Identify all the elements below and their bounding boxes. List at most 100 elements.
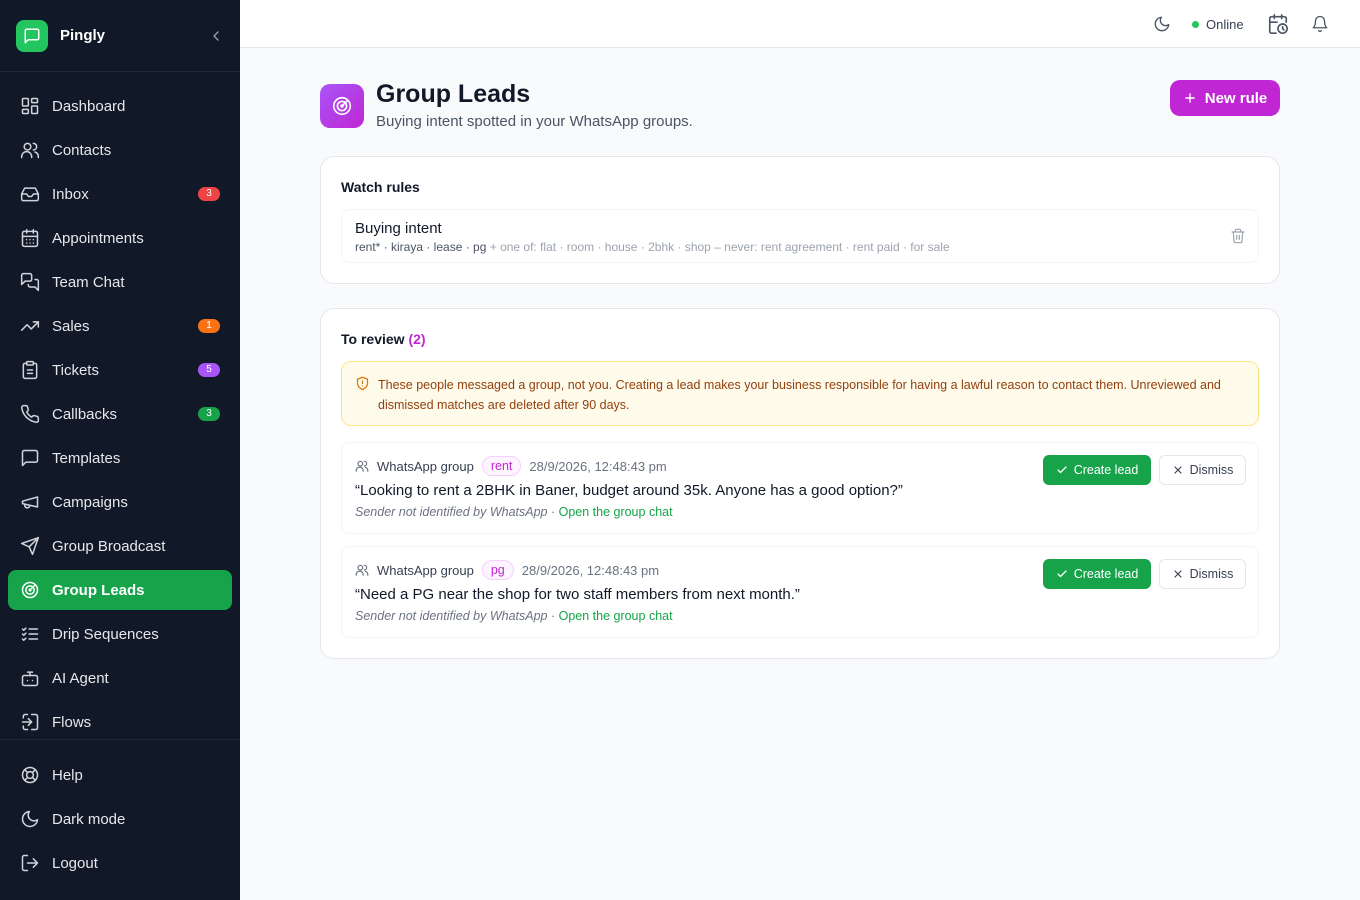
- contacts-icon: [20, 140, 40, 160]
- sidebar-item-label: AI Agent: [52, 669, 109, 687]
- dismiss-button[interactable]: Dismiss: [1159, 559, 1246, 589]
- sidebar-item-templates[interactable]: Templates: [8, 438, 232, 478]
- sidebar-item-logout[interactable]: Logout: [8, 843, 232, 883]
- status-text: Online: [1206, 16, 1244, 32]
- sales-count-badge: 1: [198, 319, 220, 333]
- sidebar-item-dark-mode[interactable]: Dark mode: [8, 799, 232, 839]
- sidebar-item-flows[interactable]: Flows: [8, 702, 232, 742]
- sidebar-item-drip-sequences[interactable]: Drip Sequences: [8, 614, 232, 654]
- radar-icon: [320, 84, 364, 128]
- match-footer: Sender not identified by WhatsApp · Open…: [355, 505, 673, 519]
- dismiss-label: Dismiss: [1189, 567, 1234, 581]
- sidebar-item-campaigns[interactable]: Campaigns: [8, 482, 232, 522]
- calendar-icon: [20, 228, 40, 248]
- match-sender: Sender not identified by WhatsApp: [355, 505, 548, 519]
- new-rule-label: New rule: [1204, 89, 1268, 107]
- close-icon: [1172, 568, 1184, 580]
- match-meta: WhatsApp group rent 28/9/2026, 12:48:43 …: [355, 456, 667, 476]
- topbar: Online: [240, 0, 1360, 48]
- users-icon: [355, 563, 369, 577]
- bot-icon: [20, 668, 40, 688]
- sidebar-item-team-chat[interactable]: Team Chat: [8, 262, 232, 302]
- open-group-chat-link[interactable]: Open the group chat: [559, 609, 673, 623]
- match-timestamp: 28/9/2026, 12:48:43 pm: [521, 562, 660, 578]
- sidebar: Pingly Dashboard Contacts Inbox 3 Appoin…: [0, 0, 240, 900]
- users-icon: [355, 459, 369, 473]
- moon-icon[interactable]: [1153, 15, 1171, 33]
- sidebar-item-appointments[interactable]: Appointments: [8, 218, 232, 258]
- sidebar-item-label: Flows: [52, 713, 92, 731]
- sidebar-item-callbacks[interactable]: Callbacks 3: [8, 394, 232, 434]
- check-icon: [1056, 464, 1068, 476]
- sidebar-item-label: Tickets: [52, 361, 99, 379]
- create-lead-button[interactable]: Create lead: [1043, 559, 1151, 589]
- review-title: To review (2): [341, 331, 426, 347]
- chat-icon: [20, 272, 40, 292]
- phone-icon: [20, 404, 40, 424]
- sidebar-item-label: Sales: [52, 317, 90, 335]
- dismiss-button[interactable]: Dismiss: [1159, 455, 1246, 485]
- sidebar-item-label: Appointments: [52, 229, 144, 247]
- open-group-chat-link[interactable]: Open the group chat: [559, 505, 673, 519]
- brand: Pingly: [0, 0, 240, 72]
- sidebar-item-label: Inbox: [52, 185, 89, 203]
- sidebar-item-group-broadcast[interactable]: Group Broadcast: [8, 526, 232, 566]
- close-icon: [1172, 464, 1184, 476]
- sidebar-item-contacts[interactable]: Contacts: [8, 130, 232, 170]
- match-footer: Sender not identified by WhatsApp · Open…: [355, 609, 673, 623]
- sidebar-item-label: Drip Sequences: [52, 625, 159, 643]
- sidebar-footer: Help Dark mode Logout: [0, 739, 240, 887]
- match-source: WhatsApp group: [377, 458, 474, 474]
- status-dot: [1192, 20, 1199, 28]
- sidebar-item-group-leads[interactable]: Group Leads: [8, 570, 232, 610]
- megaphone-icon: [20, 492, 40, 512]
- trash-icon[interactable]: [1230, 228, 1246, 244]
- new-rule-button[interactable]: New rule: [1170, 80, 1280, 116]
- sidebar-item-label: Contacts: [52, 141, 112, 159]
- rule-keywords: rent* · kiraya · lease · pg: [355, 240, 487, 254]
- warning-text: These people messaged a group, not you. …: [378, 378, 1221, 412]
- rule-row[interactable]: Buying intent rent* · kiraya · lease · p…: [341, 209, 1259, 263]
- bell-icon[interactable]: [1311, 15, 1329, 33]
- help-icon: [20, 765, 40, 785]
- create-lead-button[interactable]: Create lead: [1043, 455, 1151, 485]
- sidebar-item-label: Help: [52, 766, 83, 784]
- dismiss-label: Dismiss: [1189, 463, 1234, 477]
- create-lead-label: Create lead: [1073, 567, 1139, 581]
- rule-terms: rent* · kiraya · lease · pg + one of: fl…: [355, 240, 950, 254]
- match-tag: pg: [481, 560, 514, 580]
- online-status[interactable]: Online: [1192, 16, 1244, 32]
- sidebar-item-ai-agent[interactable]: AI Agent: [8, 658, 232, 698]
- sidebar-item-tickets[interactable]: Tickets 5: [8, 350, 232, 390]
- sidebar-item-help[interactable]: Help: [8, 755, 232, 795]
- sidebar-item-inbox[interactable]: Inbox 3: [8, 174, 232, 214]
- inbox-icon: [20, 184, 40, 204]
- sidebar-item-label: Campaigns: [52, 493, 128, 511]
- sidebar-item-dashboard[interactable]: Dashboard: [8, 86, 232, 126]
- create-lead-label: Create lead: [1073, 463, 1139, 477]
- match-tag: rent: [481, 456, 522, 476]
- moon-icon: [20, 809, 40, 829]
- calendar-clock-icon[interactable]: [1267, 13, 1289, 35]
- callbacks-count-badge: 3: [198, 407, 220, 421]
- list-checks-icon: [20, 624, 40, 644]
- match-item: WhatsApp group pg 28/9/2026, 12:48:43 pm…: [341, 546, 1259, 638]
- privacy-warning: These people messaged a group, not you. …: [341, 361, 1259, 426]
- review-title-text: To review: [341, 331, 405, 347]
- sidebar-item-label: Dashboard: [52, 97, 126, 115]
- sidebar-item-sales[interactable]: Sales 1: [8, 306, 232, 346]
- match-message: “Need a PG near the shop for two staff m…: [355, 586, 800, 603]
- clipboard-icon: [20, 360, 40, 380]
- chevron-left-icon[interactable]: [208, 28, 224, 44]
- radar-icon: [20, 580, 40, 600]
- sidebar-item-label: Dark mode: [52, 810, 126, 828]
- page-title: Group Leads: [376, 80, 531, 108]
- message-square-icon: [20, 448, 40, 468]
- shield-alert-icon: [355, 376, 370, 391]
- sidebar-nav: Dashboard Contacts Inbox 3 Appointments …: [0, 72, 240, 742]
- page-subtitle: Buying intent spotted in your WhatsApp g…: [376, 113, 693, 130]
- app-name: Pingly: [60, 27, 106, 44]
- sidebar-item-label: Templates: [52, 449, 121, 467]
- match-item: WhatsApp group rent 28/9/2026, 12:48:43 …: [341, 442, 1259, 534]
- message-square-icon: [16, 19, 48, 52]
